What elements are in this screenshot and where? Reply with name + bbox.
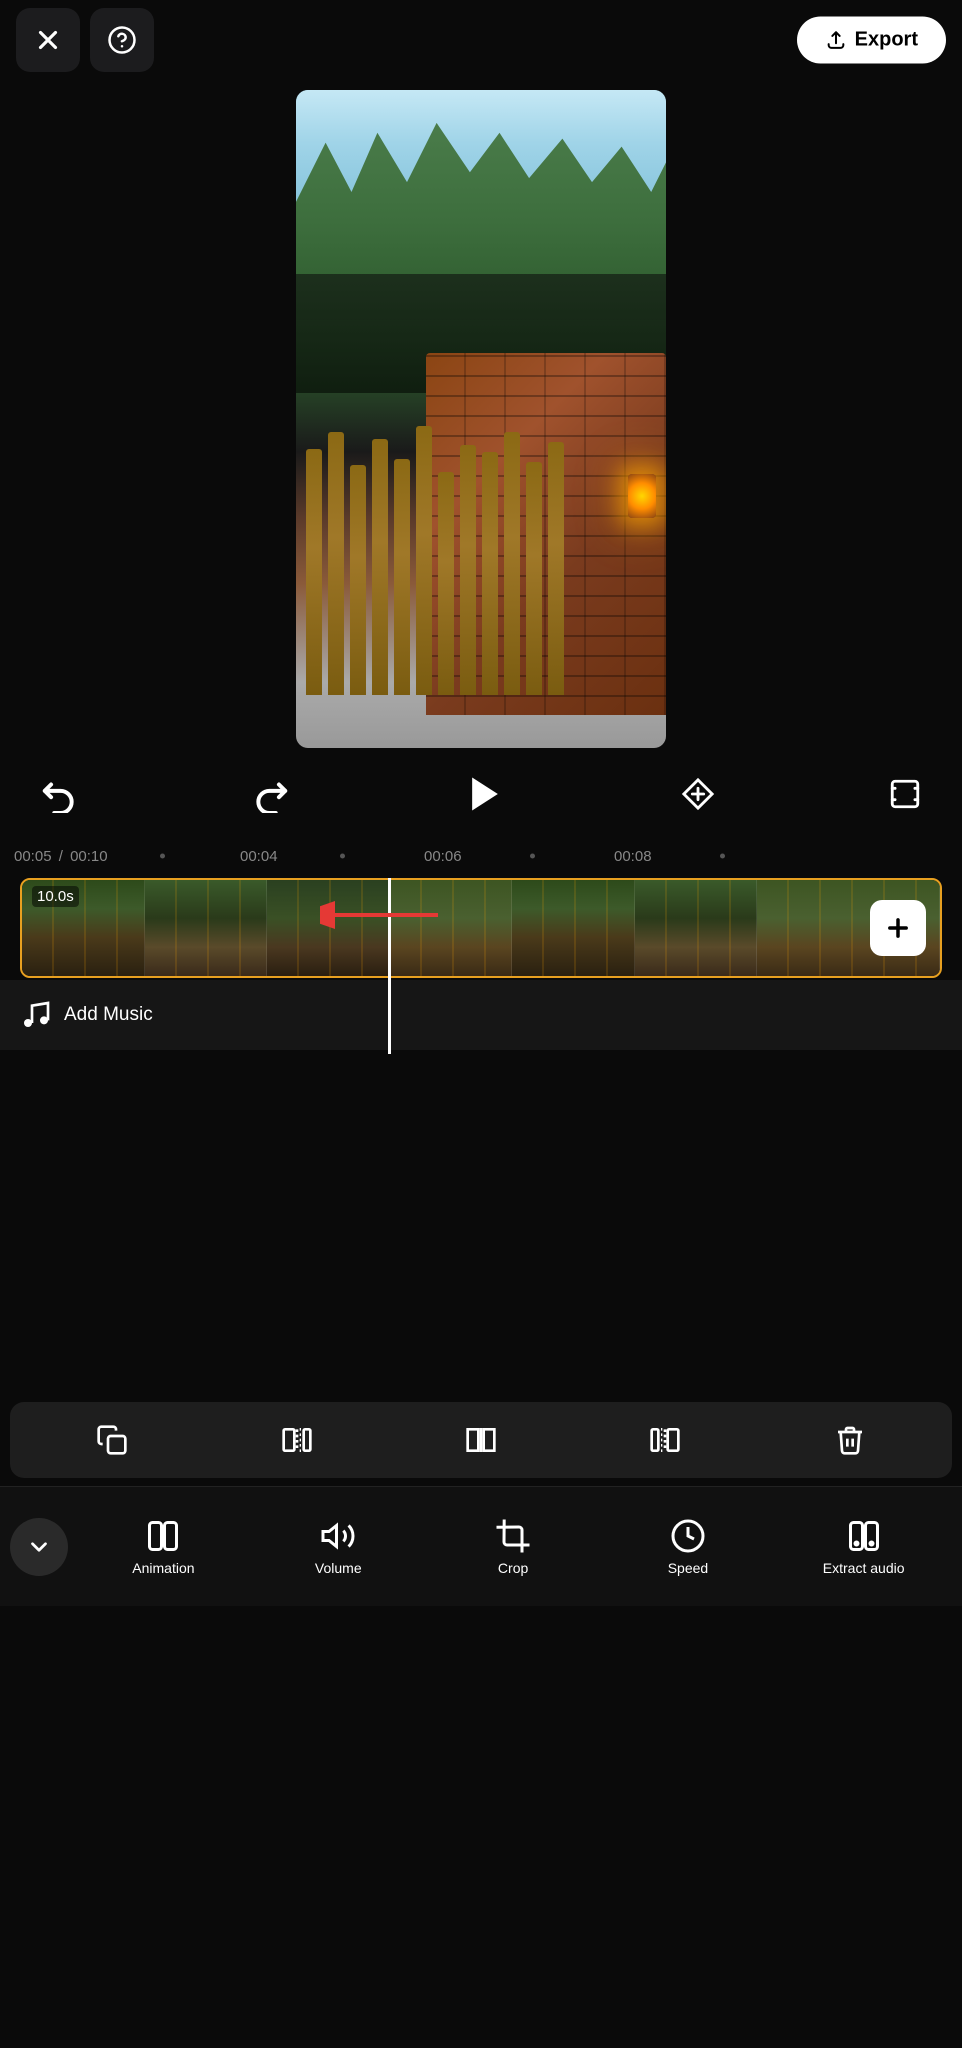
volume-label: Volume [315,1560,362,1576]
delete-icon [834,1424,866,1456]
play-button[interactable] [463,772,507,816]
timeline-area: 10.0s Add Music [0,878,962,1054]
current-time-value: 00:05 [14,848,52,865]
nav-item-crop[interactable]: Crop [473,1518,553,1576]
speed-label: Speed [668,1560,708,1576]
nav-item-animation[interactable]: Animation [123,1518,203,1576]
animation-label: Animation [132,1560,194,1576]
extract-audio-label: Extract audio [823,1560,905,1576]
undo-button[interactable] [40,775,78,813]
copy-icon [96,1424,128,1456]
bottom-nav: Animation Volume Crop Speed [0,1486,962,1606]
nav-items: Animation Volume Crop Speed [76,1518,952,1576]
copy-clip-button[interactable] [86,1414,138,1466]
chevron-down-icon [26,1534,52,1560]
strip-duration-label: 10.0s [32,886,79,907]
close-icon [33,25,63,55]
clip-tools-container [0,1394,962,1486]
video-strip: 10.0s [20,878,942,978]
collapse-button[interactable] [10,1518,68,1576]
video-preview [0,80,962,754]
time-separator: / [59,848,63,865]
aspect-ratio-button[interactable] [888,777,922,811]
add-keyframe-icon [681,777,715,811]
extract-audio-icon [846,1518,882,1554]
video-frame [296,90,666,748]
split-right-icon [649,1424,681,1456]
strip-thumb-2 [145,880,268,976]
add-music-label: Add Music [64,1004,153,1026]
redo-button[interactable] [252,775,290,813]
redo-icon [252,775,290,813]
nav-item-speed[interactable]: Speed [648,1518,728,1576]
undo-icon [40,775,78,813]
split-left-icon [281,1424,313,1456]
help-icon [107,25,137,55]
animation-icon [145,1518,181,1554]
scene-fence [296,366,481,695]
split-left-button[interactable] [271,1414,323,1466]
crop-label: Crop [498,1560,528,1576]
export-label: Export [855,29,918,52]
delete-clip-button[interactable] [824,1414,876,1466]
video-scene [296,90,666,748]
timeline-ruler: 00:05 / 00:10 00:04 00:06 00:08 [0,834,962,878]
playback-controls [0,754,962,834]
export-button[interactable]: Export [797,17,946,64]
ruler-label-04: 00:04 [240,848,278,865]
aspect-ratio-icon [888,777,922,811]
split-middle-button[interactable] [455,1414,507,1466]
ruler-label-08: 00:08 [614,848,652,865]
speed-icon [670,1518,706,1554]
export-icon [825,29,847,51]
scene-lantern [628,474,656,518]
crop-icon [495,1518,531,1554]
strip-thumb-5 [512,880,635,976]
add-icon [884,914,912,942]
total-time-value: 00:10 [70,848,108,865]
nav-item-extract-audio[interactable]: Extract audio [823,1518,905,1576]
close-button[interactable] [16,8,80,72]
play-icon [463,772,507,816]
ruler-label-06: 00:06 [424,848,462,865]
split-right-button[interactable] [639,1414,691,1466]
add-keyframe-button[interactable] [681,777,715,811]
time-current: 00:05 / 00:10 [14,848,108,865]
strip-thumb-6 [635,880,758,976]
help-button[interactable] [90,8,154,72]
empty-area [0,1054,962,1394]
top-bar: Export [0,0,962,80]
red-arrow-annotation [320,890,440,945]
music-note-icon [20,999,52,1031]
volume-icon [320,1518,356,1554]
add-music-row[interactable]: Add Music [0,980,962,1050]
nav-item-volume[interactable]: Volume [298,1518,378,1576]
add-clip-button[interactable] [870,900,926,956]
split-middle-icon [465,1424,497,1456]
